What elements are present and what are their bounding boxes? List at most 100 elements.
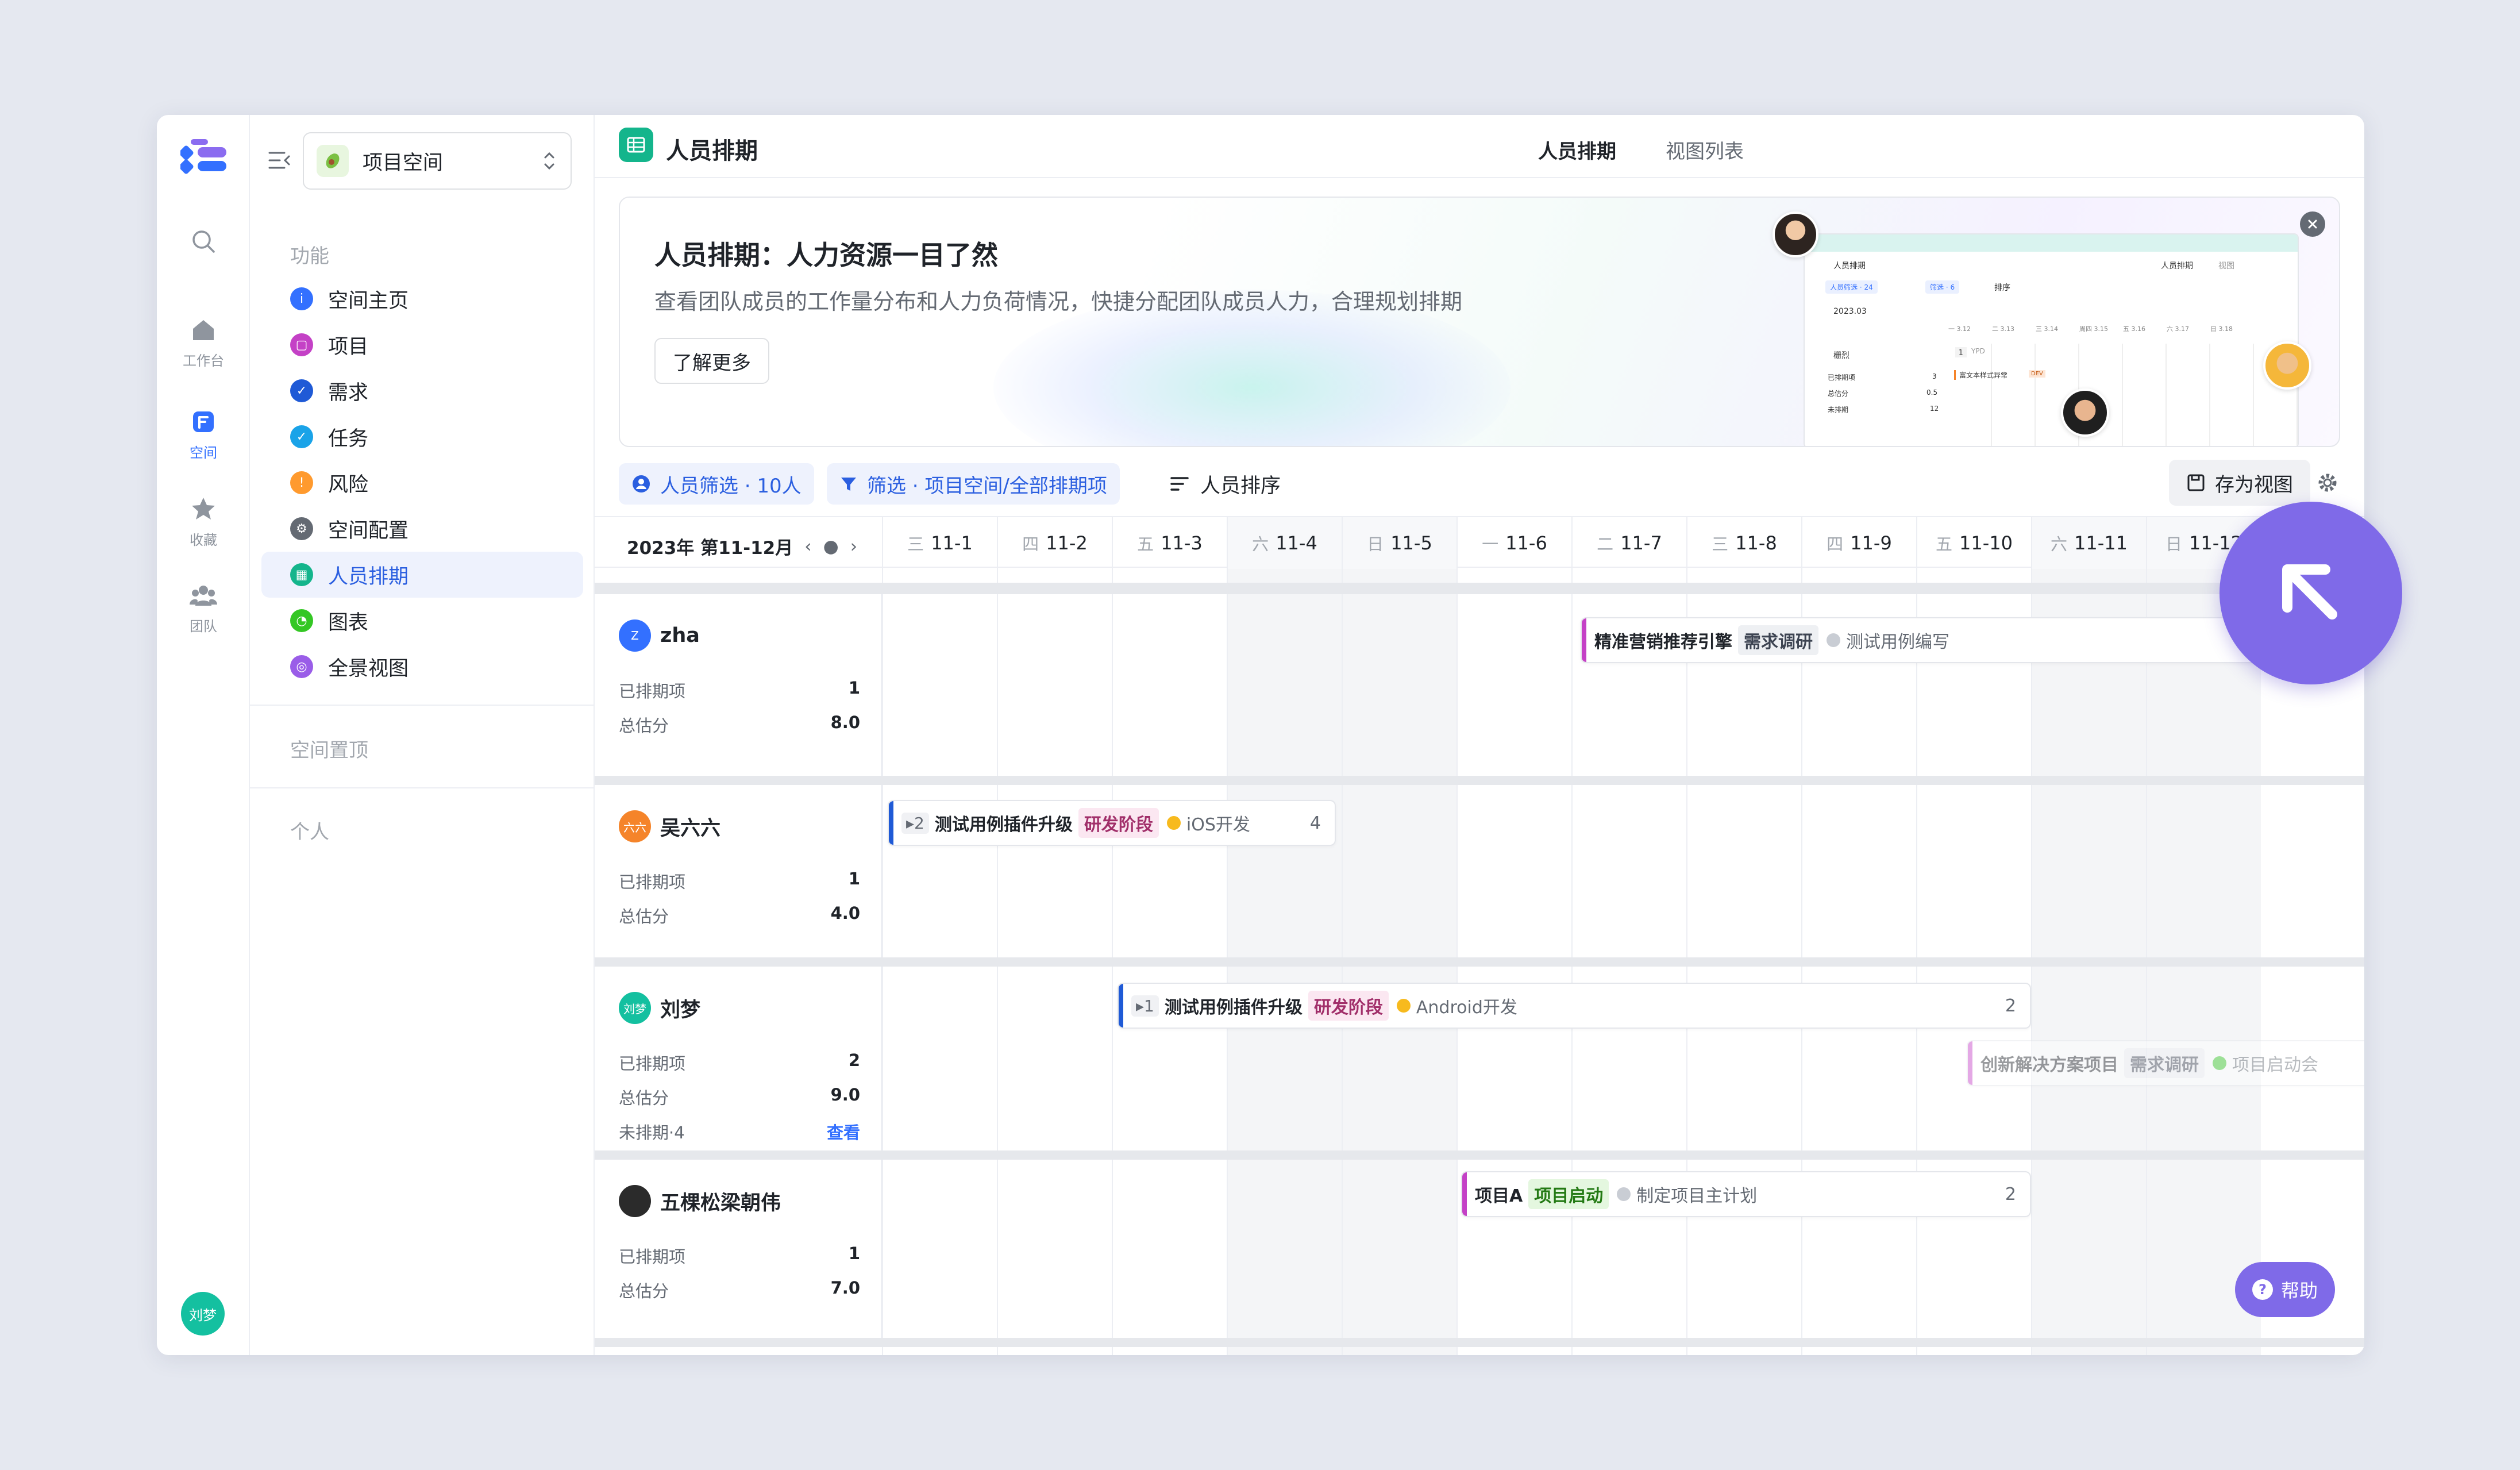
stat-label: 总估分 [619, 1088, 669, 1108]
member-filter-chip[interactable]: 人员筛选 · 10人 [619, 463, 814, 505]
sidebar-item[interactable]: ▦ 人员排期 [261, 552, 583, 598]
chevron-left-icon[interactable]: ‹ [804, 536, 811, 557]
row-separator [595, 583, 2364, 594]
preview-stat: 已排期项 [1828, 374, 1856, 382]
preview-stat-value: 0.5 [1926, 388, 1938, 397]
sidebar-item[interactable]: ! 风险 [261, 460, 583, 506]
person-stat: 已排期项 2 [619, 1050, 860, 1075]
schedule-bar[interactable]: ▸2 测试用例插件升级 研发阶段 iOS开发 4 [888, 800, 1336, 846]
subtask-count[interactable]: ▸1 [1131, 995, 1159, 1017]
sidebar-item[interactable]: ⚙ 空间配置 [261, 506, 583, 552]
rail-label: 团队 [190, 618, 217, 634]
person-row[interactable]: 六六 吴六六 已排期项 1 总估分 4.0 [595, 785, 882, 957]
day-header: 四 11-9 [1801, 517, 1916, 569]
space-selector[interactable]: 项目空间 [303, 132, 572, 190]
subtask-count[interactable]: ▸2 [901, 812, 929, 834]
save-view-label: 存为视图 [2215, 473, 2293, 497]
person-row[interactable]: Z zha 已排期项 1 总估分 8.0 [595, 594, 882, 776]
section-features-title: 功能 [290, 245, 329, 268]
weekday-label: 日 [2165, 534, 2183, 554]
gear-icon[interactable] [2315, 470, 2340, 495]
weekday-label: 二 [1597, 534, 1614, 554]
sidebar-item[interactable]: ✓ 任务 [261, 414, 583, 460]
sidebar-item[interactable]: ✓ 需求 [261, 368, 583, 414]
person-name-cell: Z zha [619, 619, 700, 652]
today-dot-icon[interactable]: ● [823, 536, 839, 557]
preview-tab: 视图 [2218, 261, 2234, 271]
day-header: 三 11-8 [1686, 517, 1801, 569]
preview-bar-label: YPD [1971, 347, 1985, 355]
bar-accent [1582, 618, 1586, 662]
save-view-button[interactable]: 存为视图 [2169, 460, 2310, 506]
rail-favorites[interactable]: 收藏 [157, 495, 250, 549]
day-header: 四 11-2 [997, 517, 1112, 569]
preview-person: 栅烈 [1833, 351, 1849, 360]
cursor-fab[interactable] [2220, 502, 2402, 684]
preview-day: 六 3.17 [2167, 325, 2189, 333]
bar-accent [889, 801, 893, 845]
row-separator [595, 1338, 2364, 1347]
person-stat: 总估分 8.0 [619, 713, 860, 737]
view-unscheduled-link[interactable]: 查看 [827, 1119, 860, 1144]
rail-workbench[interactable]: 工作台 [157, 316, 250, 370]
day-header: 五 11-3 [1112, 517, 1227, 569]
preview-tag: DEV [2029, 370, 2045, 378]
main-area: 人员排期 人员排期 视图列表 人员排期：人力资源一目了然 查看团队成员的工作量分… [595, 115, 2364, 1355]
sidebar-item-icon: ◔ [290, 609, 313, 632]
rail-team[interactable]: 团队 [157, 582, 250, 635]
chevron-right-icon[interactable]: › [850, 536, 857, 557]
tab-view-list[interactable]: 视图列表 [1666, 136, 1744, 164]
bar-accent [1968, 1041, 1972, 1085]
person-row[interactable]: 刘梦 刘梦 已排期项 2 总估分 9.0 未排期·4 查看 [595, 967, 882, 1150]
logo-icon[interactable] [180, 139, 226, 177]
help-button[interactable]: ? 帮助 [2235, 1262, 2336, 1317]
avatar: 六六 [619, 810, 651, 842]
rail-label: 收藏 [190, 532, 217, 548]
bar-title: 项目A [1475, 1186, 1523, 1206]
date-label: 11-10 [1959, 532, 2013, 554]
arrow-up-left-icon [2282, 564, 2337, 619]
left-rail: 工作台 空间 收藏 团队 刘梦 [157, 115, 250, 1355]
collapse-sidebar-icon[interactable] [267, 148, 291, 172]
stat-value: 8.0 [830, 713, 860, 732]
date-label: 11-2 [1046, 532, 1088, 554]
section-pinned-title[interactable]: 空间置顶 [290, 734, 368, 763]
close-icon[interactable] [2300, 211, 2325, 237]
schedule-bar[interactable]: ▸1 测试用例插件升级 研发阶段 Android开发 2 [1118, 983, 2031, 1029]
row-separator [595, 1150, 2364, 1160]
tab-schedule[interactable]: 人员排期 [1538, 136, 1616, 164]
person-row[interactable]: 五棵松梁朝伟 已排期项 1 总估分 7.0 [595, 1160, 882, 1338]
weekday-label: 三 [1712, 534, 1729, 554]
sidebar-item[interactable]: i 空间主页 [261, 276, 583, 322]
rail-search[interactable] [157, 228, 250, 255]
preview-title: 人员排期 [1833, 261, 1866, 271]
filter-chip[interactable]: 筛选 · 项目空间/全部排期项 [827, 463, 1120, 505]
preview-avatar-face [2263, 341, 2311, 390]
learn-more-button[interactable]: 了解更多 [654, 338, 769, 384]
section-personal-title[interactable]: 个人 [290, 816, 329, 844]
sidebar-item[interactable]: ▢ 项目 [261, 322, 583, 368]
weekday-label: 一 [1482, 534, 1499, 554]
rail-space[interactable]: 空间 [157, 408, 250, 461]
stat-label: 已排期项 [619, 1247, 686, 1267]
status-dot-icon [1827, 633, 1840, 647]
stat-label: 已排期项 [619, 872, 686, 892]
preview-day: 三 3.14 [2036, 325, 2058, 333]
help-label: 帮助 [2281, 1280, 2318, 1302]
person-name-cell: 六六 吴六六 [619, 810, 720, 842]
rail-label: 工作台 [183, 353, 224, 369]
stat-label: 总估分 [619, 1282, 669, 1301]
stat-value: 1 [848, 1244, 860, 1263]
sidebar-item[interactable]: ◔ 图表 [261, 598, 583, 644]
sidebar-item[interactable]: ◎ 全景视图 [261, 644, 583, 690]
sort-button[interactable]: 人员排序 [1169, 463, 1281, 505]
feature-banner: 人员排期：人力资源一目了然 查看团队成员的工作量分布和人力负荷情况，快捷分配团队… [619, 197, 2340, 447]
schedule-bar[interactable]: 项目A 项目启动 制定项目主计划 2 [1461, 1171, 2031, 1217]
date-label: 11-7 [1620, 532, 1662, 554]
stat-value: 1 [848, 678, 860, 698]
schedule-bar[interactable]: 创新解决方案项目 需求调研 项目启动会 [1967, 1040, 2364, 1086]
status-dot-icon [1617, 1187, 1631, 1201]
task-name: 项目启动会 [2232, 1055, 2318, 1075]
user-avatar[interactable]: 刘梦 [181, 1292, 225, 1336]
table-icon [619, 128, 653, 162]
